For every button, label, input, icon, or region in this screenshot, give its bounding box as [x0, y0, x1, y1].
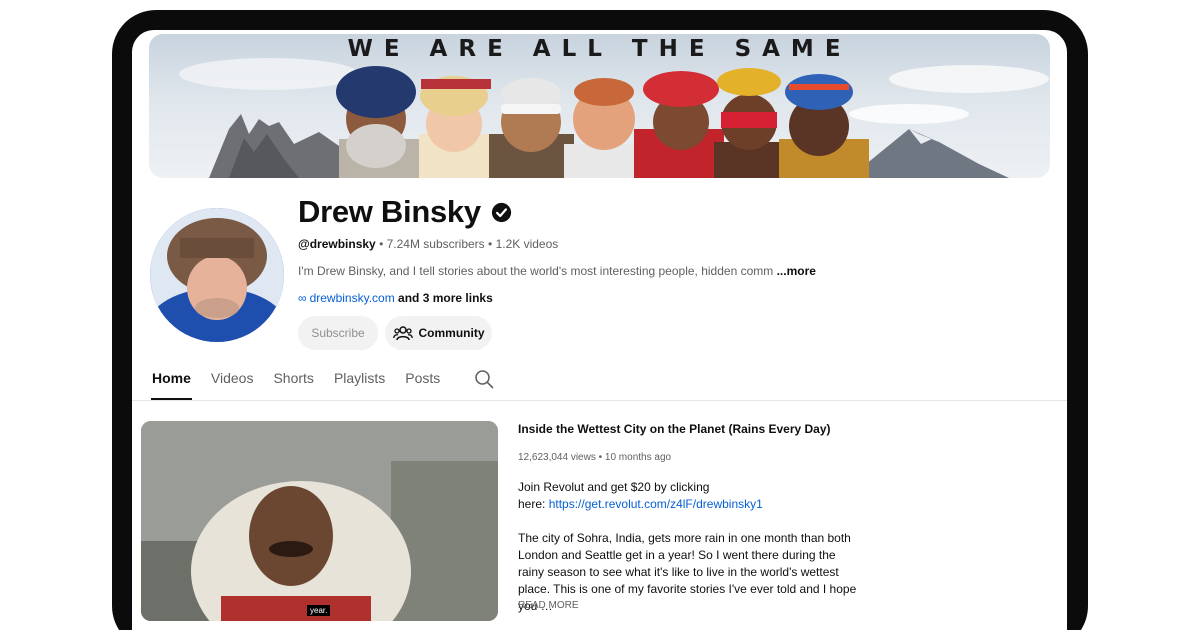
channel-description[interactable]: I'm Drew Binsky, and I tell stories abou…: [298, 264, 818, 278]
channel-website-link[interactable]: drewbinsky.com: [310, 291, 395, 305]
featured-video-title[interactable]: Inside the Wettest City on the Planet (R…: [518, 422, 831, 436]
youtube-channel-page: WE ARE ALL THE SAME Drew Binsky @drewbin…: [132, 30, 1067, 630]
channel-name: Drew Binsky: [298, 194, 512, 230]
more-links-button[interactable]: and 3 more links: [398, 291, 493, 305]
featured-video-thumbnail[interactable]: year.: [141, 421, 498, 621]
description-more-button[interactable]: ...more: [777, 264, 816, 278]
featured-video-description: Join Revolut and get $20 by clicking her…: [518, 479, 863, 615]
banner-title: WE ARE ALL THE SAME: [347, 36, 852, 62]
description-text: I'm Drew Binsky, and I tell stories abou…: [298, 264, 774, 278]
video-count: 1.2K videos: [495, 237, 559, 251]
channel-banner: WE ARE ALL THE SAME: [149, 34, 1050, 178]
channel-handle: @drewbinsky: [298, 237, 376, 251]
promo-line: Join Revolut and get $20 by clicking: [518, 480, 710, 494]
meta-separator: •: [379, 237, 387, 251]
upload-age: 10 months ago: [604, 452, 672, 463]
channel-links: ∞ drewbinsky.com and 3 more links: [298, 291, 493, 305]
community-label: Community: [418, 326, 485, 340]
video-caption: year.: [307, 605, 331, 616]
channel-name-text: Drew Binsky: [298, 194, 481, 229]
link-icon: ∞: [298, 291, 307, 305]
tab-videos[interactable]: Videos: [211, 370, 254, 400]
tab-home[interactable]: Home: [151, 370, 192, 400]
subscribe-label: Subscribe: [311, 326, 365, 340]
channel-avatar[interactable]: [150, 208, 284, 342]
search-icon[interactable]: [474, 369, 494, 389]
channel-meta: @drewbinsky • 7.24M subscribers • 1.2K v…: [298, 237, 558, 251]
subscribe-button[interactable]: Subscribe: [298, 316, 378, 350]
meta-separator: •: [488, 237, 496, 251]
subscriber-count: 7.24M subscribers: [386, 237, 485, 251]
tab-shorts[interactable]: Shorts: [273, 370, 313, 400]
view-count: 12,623,044 views: [518, 452, 596, 463]
promo-here: here:: [518, 497, 546, 511]
channel-tabs: Home Videos Shorts Playlists Posts: [151, 370, 460, 400]
featured-video-stats: 12,623,044 views • 10 months ago: [518, 452, 671, 463]
read-more-button[interactable]: READ MORE: [518, 600, 579, 611]
thumbnail-image: [141, 421, 498, 621]
verified-check-icon: [491, 202, 511, 222]
avatar-image: [150, 208, 284, 342]
tab-playlists[interactable]: Playlists: [334, 370, 385, 400]
promo-paragraph: Join Revolut and get $20 by clicking her…: [518, 479, 863, 513]
tab-posts[interactable]: Posts: [405, 370, 440, 400]
promo-link[interactable]: https://get.revolut.com/z4lF/drewbinsky1: [549, 497, 763, 511]
community-button[interactable]: Community: [385, 316, 492, 350]
people-icon: [392, 326, 413, 341]
tabs-divider: [132, 400, 1067, 401]
